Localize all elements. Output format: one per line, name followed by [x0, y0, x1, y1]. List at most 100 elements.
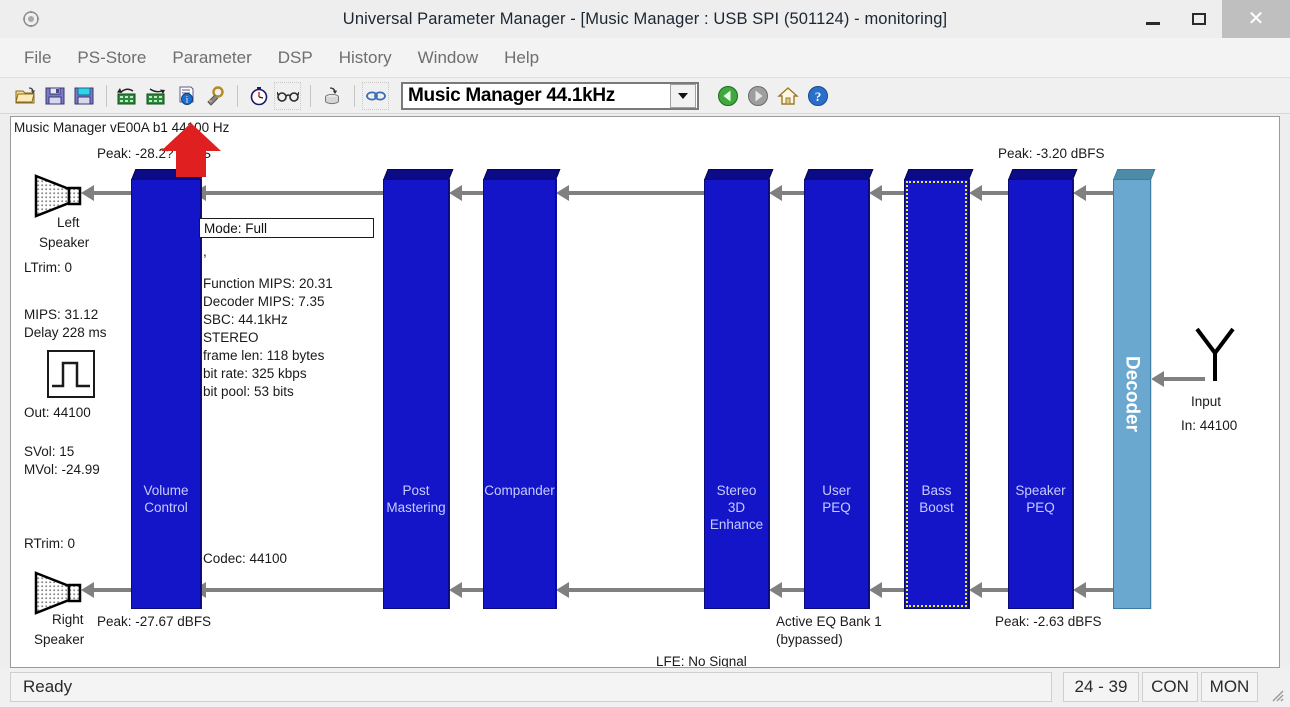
svol-label: SVol: 15: [24, 444, 75, 459]
codec-label: Codec: 44100: [203, 551, 288, 566]
close-button[interactable]: ✕: [1222, 0, 1290, 38]
save-file-button[interactable]: [41, 82, 68, 110]
open-file-button[interactable]: [12, 82, 39, 110]
block-compander[interactable]: Compander: [483, 169, 561, 609]
help-button[interactable]: ?: [803, 82, 833, 110]
block-decoder[interactable]: Decoder: [1113, 169, 1156, 609]
device-info-button[interactable]: i: [172, 82, 199, 110]
load-from-chip-button[interactable]: [114, 82, 141, 110]
window-title: Universal Parameter Manager - [Music Man…: [342, 10, 948, 28]
ltrim-label: LTrim: 0: [24, 260, 73, 275]
menu-parameter[interactable]: Parameter: [159, 46, 264, 70]
toolbar-separator-4: [354, 84, 355, 107]
block-label-line: Post: [402, 483, 430, 498]
right-peak-bottom-label: Peak: -2.63 dBFS: [995, 614, 1102, 629]
link-icon: [365, 91, 386, 100]
block-label-line: Bass: [921, 483, 952, 498]
left-speaker-icon: [34, 174, 82, 218]
block-front-face: Compander: [483, 179, 556, 609]
info-sbc: SBC: 44.1kHz: [203, 312, 288, 327]
menu-help[interactable]: Help: [491, 46, 552, 70]
block-label-line: Boost: [919, 500, 954, 515]
arrow-head-bass-to-upeq-b: [869, 582, 882, 598]
key-wrench-button[interactable]: [201, 82, 228, 110]
block-label-line: PEQ: [822, 500, 851, 515]
menu-ps-store[interactable]: PS-Store: [64, 46, 159, 70]
arrow-head-stereo-to-comp: [556, 185, 569, 201]
stopwatch-icon: [250, 86, 267, 105]
help-icon: ?: [808, 85, 828, 106]
block-label-line: Stereo: [716, 483, 757, 498]
toolbar-separator-3: [310, 84, 311, 107]
arrow-line-post-to-vol: [201, 191, 383, 195]
link-button[interactable]: [362, 81, 389, 110]
input-rate-label: In: 44100: [1181, 418, 1238, 433]
arrow-line-stereo-to-comp-b: [564, 588, 704, 592]
glasses-button[interactable]: [274, 81, 301, 110]
status-pane-range: 24 - 39: [1063, 672, 1139, 702]
menu-bar: File PS-Store Parameter DSP History Wind…: [0, 38, 1290, 78]
block-label-line: Volume: [143, 483, 189, 498]
info-stereo: STEREO: [203, 330, 259, 345]
mvol-label: MVol: -24.99: [24, 462, 100, 477]
arrow-line-dec-to-speq-b: [1081, 588, 1115, 592]
block-front-face: Volume Control: [131, 179, 201, 609]
right-peak-top-label: Peak: -3.20 dBFS: [998, 146, 1105, 161]
arrow-head-input-to-decoder: [1151, 371, 1164, 387]
dsp-flow-canvas[interactable]: Music Manager vE00A b1 44100 Hz Peak: -2…: [10, 116, 1280, 668]
save-file-icon: [45, 87, 64, 104]
block-label-line: Enhance: [709, 517, 764, 532]
arrow-line-dec-to-speq: [1081, 191, 1115, 195]
store-to-chip-icon: [146, 87, 165, 104]
mode-info-box[interactable]: Mode: Full: [199, 218, 374, 238]
block-volume-control[interactable]: Volume Control: [131, 169, 206, 609]
block-label-line: PEQ: [1026, 500, 1055, 515]
bucket-icon: [324, 86, 339, 104]
home-button[interactable]: [773, 82, 803, 110]
delay-label: Delay 228 ms: [24, 325, 107, 340]
minimize-icon: [1146, 21, 1160, 25]
left-peak-bottom-label: Peak: -27.67 dBFS: [97, 614, 212, 629]
block-label-line: Mastering: [386, 500, 446, 515]
block-stereo-3d-enhance[interactable]: Stereo 3D Enhance: [704, 169, 774, 609]
block-front-face: Post Mastering: [383, 179, 449, 609]
arrow-line-stereo-to-comp: [564, 191, 704, 195]
block-bass-boost[interactable]: Bass Boost: [904, 169, 974, 609]
block-label-line: Decoder: [1121, 355, 1143, 433]
block-label-line: Compander: [484, 483, 555, 498]
info-tick-label: ,: [203, 244, 207, 259]
block-front-face: Speaker PEQ: [1008, 179, 1073, 609]
key-wrench-icon: [206, 85, 224, 106]
menu-history[interactable]: History: [326, 46, 405, 70]
preset-combo-value: Music Manager 44.1kHz: [408, 84, 616, 106]
arrow-line-post-to-vol-b: [201, 588, 383, 592]
resize-grip-icon[interactable]: [1269, 687, 1285, 703]
info-bit-rate: bit rate: 325 kbps: [203, 366, 307, 381]
combo-dropdown-button[interactable]: [670, 83, 696, 108]
bucket-button[interactable]: [318, 82, 345, 110]
right-speaker-label-2: Speaker: [34, 632, 85, 647]
block-post-mastering[interactable]: Post Mastering: [383, 169, 454, 609]
red-up-arrow-annotation: [161, 123, 221, 177]
menu-dsp[interactable]: DSP: [265, 46, 326, 70]
block-user-peq[interactable]: User PEQ: [804, 169, 874, 609]
toolbar: i Music Manager 44.1kHz ?: [0, 78, 1290, 114]
maximize-button[interactable]: [1176, 0, 1222, 38]
info-decoder-mips: Decoder MIPS: 7.35: [203, 294, 325, 309]
antenna-icon: [1195, 327, 1235, 381]
info-bit-pool: bit pool: 53 bits: [203, 384, 294, 399]
menu-file[interactable]: File: [18, 46, 64, 70]
back-button[interactable]: [713, 82, 743, 110]
minimize-button[interactable]: [1130, 0, 1176, 38]
preset-combo[interactable]: Music Manager 44.1kHz: [401, 81, 699, 110]
info-function-mips: Function MIPS: 20.31: [203, 276, 333, 291]
stopwatch-button[interactable]: [245, 82, 272, 110]
arrow-head-speq-to-bass: [969, 185, 982, 201]
menu-window[interactable]: Window: [405, 46, 491, 70]
eq-bank-label-2: (bypassed): [776, 632, 843, 647]
block-front-face: Bass Boost: [904, 179, 969, 609]
store-to-chip-button[interactable]: [143, 82, 170, 110]
block-speaker-peq[interactable]: Speaker PEQ: [1008, 169, 1078, 609]
forward-button[interactable]: [743, 82, 773, 110]
save-as-button[interactable]: [70, 82, 97, 110]
